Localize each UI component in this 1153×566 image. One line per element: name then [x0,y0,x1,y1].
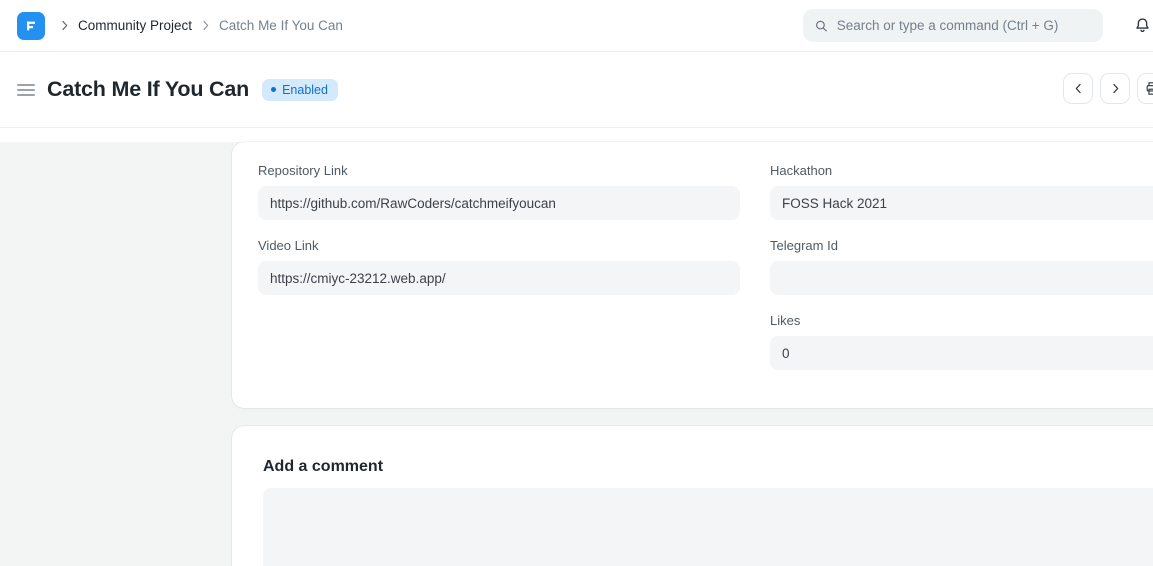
status-dot [271,87,276,92]
comment-input[interactable] [263,488,1153,566]
repository-link-input[interactable] [258,186,740,220]
hamburger-menu-icon[interactable] [17,84,35,96]
video-link-label: Video Link [258,238,740,254]
form-content-area: Repository Link Video Link Hackathon Tel… [0,142,1153,566]
field-hackathon: Hackathon [770,163,1153,220]
hackathon-input[interactable] [770,186,1153,220]
breadcrumb-current-page[interactable]: Catch Me If You Can [219,18,343,33]
search-icon [814,18,829,34]
field-repository-link: Repository Link [258,163,740,220]
status-badge-label: Enabled [282,83,328,97]
add-comment-heading: Add a comment [263,458,1153,476]
telegram-id-label: Telegram Id [770,238,1153,254]
header-actions [1063,73,1153,104]
video-link-input[interactable] [258,261,740,295]
form-left-column: Repository Link Video Link [258,163,740,388]
hackathon-label: Hackathon [770,163,1153,179]
printer-icon [1144,80,1153,97]
bell-icon [1133,16,1152,36]
global-search[interactable] [803,9,1103,42]
chevron-right-icon [57,18,72,33]
field-video-link: Video Link [258,238,740,295]
field-likes: Likes [770,313,1153,370]
search-input[interactable] [837,18,1092,33]
frappe-logo[interactable] [17,12,45,40]
notifications-button[interactable] [1132,15,1152,37]
chevron-right-icon [198,18,213,33]
form-fields-card: Repository Link Video Link Hackathon Tel… [232,142,1153,408]
field-telegram-id: Telegram Id [770,238,1153,295]
next-record-button[interactable] [1100,73,1130,104]
telegram-id-input[interactable] [770,261,1153,295]
form-right-column: Hackathon Telegram Id Likes [770,163,1153,388]
breadcrumb-community-project[interactable]: Community Project [78,18,192,33]
likes-input[interactable] [770,336,1153,370]
comments-card: Add a comment [232,426,1153,566]
top-navbar: Community Project Catch Me If You Can [0,0,1153,52]
previous-record-button[interactable] [1063,73,1093,104]
frappe-logo-icon [23,18,39,34]
page-title: Catch Me If You Can [47,77,249,102]
repository-link-label: Repository Link [258,163,740,179]
likes-label: Likes [770,313,1153,329]
print-button[interactable] [1137,73,1153,104]
chevron-right-icon [1108,81,1123,96]
status-badge: Enabled [262,79,338,101]
page-header: Catch Me If You Can Enabled [0,52,1153,128]
chevron-left-icon [1071,81,1086,96]
